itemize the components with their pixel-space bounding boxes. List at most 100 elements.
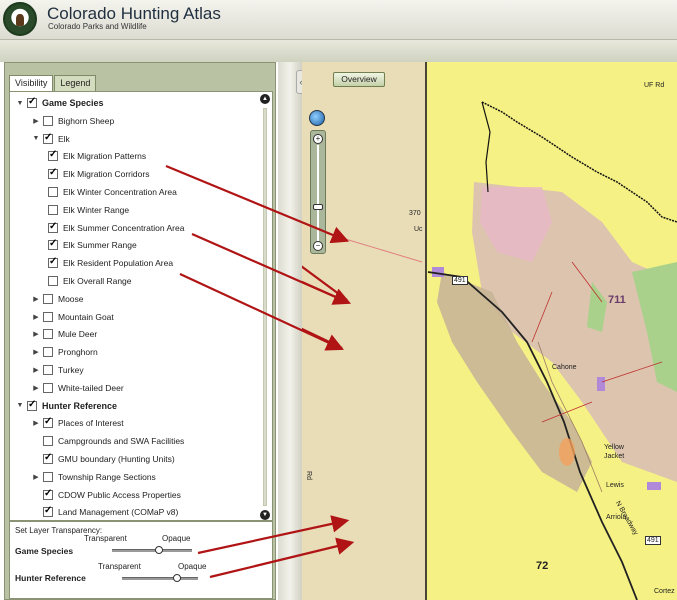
- layer-row[interactable]: ▶ Pronghorn: [32, 345, 98, 359]
- cpw-logo-icon: [3, 2, 37, 36]
- layer-row[interactable]: Elk Summer Concentration Area: [48, 221, 184, 235]
- zoom-slider[interactable]: + −: [310, 130, 326, 254]
- layer-label: Elk Resident Population Area: [63, 258, 174, 269]
- layer-checkbox[interactable]: [43, 436, 53, 447]
- game-species-transparency-label: Game Species: [15, 546, 74, 556]
- layer-row[interactable]: Elk Resident Population Area: [48, 256, 173, 270]
- layer-row[interactable]: ▶ Mule Deer: [32, 327, 97, 341]
- opaque-label: Opaque: [162, 534, 191, 543]
- map-view[interactable]: 370 Uc 711 Cahone Yellow Jacket Lewis Ar…: [302, 62, 677, 600]
- layer-checkbox[interactable]: [48, 167, 58, 180]
- layer-checkbox[interactable]: [43, 382, 53, 393]
- layer-label: White-tailed Deer: [58, 382, 124, 393]
- layer-label: Campgrounds and SWA Facilities: [58, 436, 185, 447]
- expand-toggle-icon[interactable]: ▶: [32, 295, 40, 303]
- hunter-reference-transparency-slider[interactable]: [122, 574, 198, 582]
- layer-row[interactable]: ▶ Bighorn Sheep: [32, 114, 114, 128]
- layer-row[interactable]: Elk Overall Range: [48, 274, 132, 288]
- layer-checkbox[interactable]: [43, 471, 53, 482]
- layer-checkbox[interactable]: [48, 238, 58, 251]
- expand-toggle-icon[interactable]: ▼: [32, 135, 40, 142]
- expand-toggle-icon[interactable]: ▼: [16, 100, 24, 107]
- highway-shield: 491: [645, 536, 661, 545]
- layer-checkbox[interactable]: [43, 365, 53, 375]
- zoom-track[interactable]: [317, 145, 319, 241]
- layer-checkbox[interactable]: [48, 256, 58, 269]
- overview-button[interactable]: Overview: [333, 72, 385, 87]
- layer-tree-scrollbar[interactable]: ▲ ▼: [260, 94, 270, 520]
- expand-toggle-icon[interactable]: ▶: [32, 419, 40, 427]
- layer-checkbox[interactable]: [43, 311, 53, 322]
- layer-checkbox[interactable]: [48, 221, 58, 233]
- expand-toggle-icon[interactable]: ▶: [32, 117, 40, 125]
- layer-checkbox[interactable]: [48, 149, 58, 162]
- layer-row[interactable]: ▼ Hunter Reference: [16, 399, 117, 413]
- layer-label: Elk Winter Concentration Area: [63, 187, 177, 197]
- layer-row[interactable]: GMU boundary (Hunting Units): [32, 452, 175, 466]
- layer-label: Hunter Reference: [42, 400, 118, 411]
- expand-toggle-icon[interactable]: ▶: [32, 313, 40, 321]
- slider-thumb[interactable]: [173, 574, 181, 582]
- tab-visibility[interactable]: Visibility: [9, 75, 54, 91]
- layer-checkbox[interactable]: [27, 399, 37, 411]
- layer-row[interactable]: Elk Migration Corridors: [48, 167, 149, 181]
- map-label: 370: [409, 210, 421, 217]
- zoom-in-icon[interactable]: +: [313, 134, 323, 144]
- expand-toggle-icon[interactable]: ▶: [32, 473, 40, 481]
- layer-checkbox[interactable]: [43, 132, 53, 144]
- layer-row[interactable]: Elk Migration Patterns: [48, 149, 146, 163]
- globe-icon[interactable]: [309, 110, 325, 126]
- layer-checkbox[interactable]: [43, 505, 53, 518]
- slider-thumb[interactable]: [155, 546, 164, 554]
- expand-toggle-icon[interactable]: ▶: [32, 384, 40, 392]
- expand-toggle-icon[interactable]: ▼: [16, 402, 24, 409]
- layer-checkbox[interactable]: [48, 187, 58, 197]
- layer-checkbox[interactable]: [27, 96, 37, 108]
- layer-row[interactable]: Elk Summer Range: [48, 238, 137, 252]
- layer-checkbox[interactable]: [43, 416, 53, 429]
- layer-checkbox[interactable]: [48, 204, 58, 215]
- layer-row[interactable]: Campgrounds and SWA Facilities: [32, 434, 184, 448]
- gmu-number: 711: [608, 294, 626, 306]
- tab-legend[interactable]: Legend: [54, 75, 97, 91]
- map-label: Cortez: [654, 588, 675, 595]
- app-subtitle: Colorado Parks and Wildlife: [48, 22, 147, 31]
- layer-row[interactable]: CDOW Public Access Properties: [32, 488, 181, 502]
- scroll-down-icon[interactable]: ▼: [260, 510, 270, 520]
- layer-label: Mule Deer: [58, 329, 98, 340]
- app-header: Colorado Hunting Atlas Colorado Parks an…: [0, 0, 677, 40]
- expand-toggle-icon[interactable]: ▶: [32, 348, 40, 356]
- layer-row[interactable]: ▶ Places of Interest: [32, 416, 124, 430]
- layer-row[interactable]: Elk Winter Range: [48, 203, 129, 217]
- layer-label: Land Management (COMaP v8): [58, 507, 179, 518]
- scroll-track[interactable]: [263, 108, 267, 506]
- layer-row[interactable]: Land Management (COMaP v8): [32, 505, 178, 519]
- layer-checkbox[interactable]: [43, 115, 53, 126]
- expand-toggle-icon[interactable]: ▶: [32, 330, 40, 338]
- map-label: Jacket: [604, 453, 625, 460]
- layer-row[interactable]: ▶ Moose: [32, 292, 84, 306]
- map-label: Cahone: [552, 364, 577, 371]
- layer-row[interactable]: Elk Winter Concentration Area: [48, 185, 177, 199]
- expand-toggle-icon[interactable]: ▶: [32, 366, 40, 374]
- panel-splitter[interactable]: [278, 62, 302, 600]
- game-species-transparency-slider[interactable]: [112, 546, 192, 554]
- layer-checkbox[interactable]: [43, 452, 53, 464]
- scroll-up-icon[interactable]: ▲: [260, 94, 270, 104]
- layer-row[interactable]: ▶ Mountain Goat: [32, 310, 114, 324]
- transparent-label: Transparent: [98, 562, 141, 571]
- zoom-thumb[interactable]: [313, 203, 323, 210]
- layer-row[interactable]: ▼ Elk: [32, 132, 70, 146]
- layer-checkbox[interactable]: [43, 329, 53, 340]
- layer-checkbox[interactable]: [48, 276, 58, 286]
- layer-checkbox[interactable]: [43, 293, 53, 304]
- layer-checkbox[interactable]: [43, 347, 53, 358]
- zoom-out-icon[interactable]: −: [313, 241, 323, 251]
- layer-row[interactable]: ▼ Game Species: [16, 96, 104, 110]
- highway-shield: 491: [452, 276, 468, 285]
- layer-checkbox[interactable]: [43, 488, 53, 500]
- layer-label: Elk Summer Range: [63, 240, 137, 251]
- layer-row[interactable]: ▶ Turkey: [32, 363, 84, 377]
- layer-row[interactable]: ▶ White-tailed Deer: [32, 381, 124, 395]
- layer-row[interactable]: ▶ Township Range Sections: [32, 470, 156, 484]
